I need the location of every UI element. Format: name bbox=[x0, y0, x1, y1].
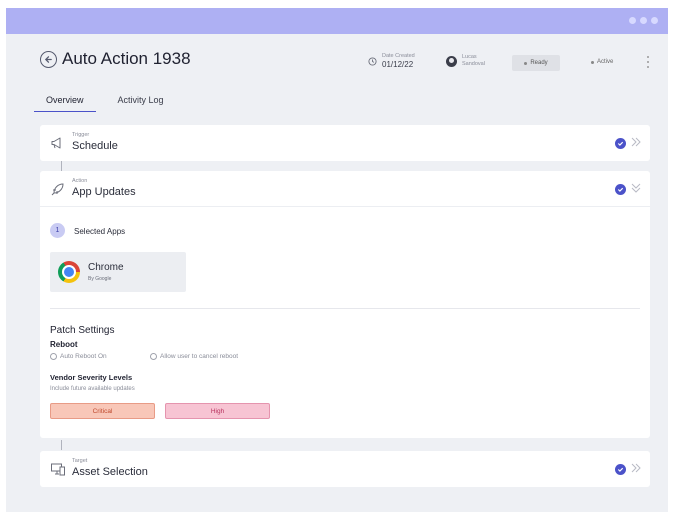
expand-chevron-icon[interactable] bbox=[630, 462, 642, 474]
check-icon bbox=[615, 184, 626, 195]
app-tile-chrome[interactable]: Chrome By Google bbox=[50, 252, 186, 292]
expand-chevron-icon[interactable] bbox=[630, 136, 642, 148]
auto-reboot-label: Auto Reboot On bbox=[60, 353, 107, 360]
severity-heading: Vendor Severity Levels bbox=[50, 373, 133, 382]
allow-cancel-option[interactable]: Allow user to cancel reboot bbox=[150, 353, 238, 360]
action-card-body: 1 Selected Apps Chrome By Google Patch S… bbox=[40, 207, 650, 438]
severity-critical-button[interactable]: Critical bbox=[50, 403, 155, 419]
divider bbox=[50, 308, 640, 309]
window-dot[interactable] bbox=[640, 17, 647, 24]
more-options-icon[interactable] bbox=[646, 56, 649, 68]
user-first-name: Lucas bbox=[462, 54, 477, 60]
trigger-label: Trigger bbox=[72, 132, 90, 138]
allow-cancel-label: Allow user to cancel reboot bbox=[160, 353, 239, 360]
window-dot[interactable] bbox=[651, 17, 658, 24]
status-label: Ready bbox=[530, 60, 548, 66]
chrome-logo-icon bbox=[58, 261, 80, 283]
status-badge[interactable]: Ready bbox=[512, 55, 560, 71]
radio-circle-icon bbox=[150, 353, 157, 360]
step-number-badge: 1 bbox=[50, 223, 65, 238]
step-connector bbox=[61, 440, 62, 450]
app-window: Auto Action 1938 Date Created 01/12/22 L… bbox=[6, 8, 668, 512]
check-icon bbox=[615, 464, 626, 475]
action-card-header[interactable]: Action App Updates bbox=[40, 171, 650, 207]
trigger-card[interactable]: Trigger Schedule bbox=[40, 125, 650, 161]
target-card-header[interactable]: Target Asset Selection bbox=[40, 451, 650, 487]
user-avatar bbox=[446, 55, 457, 67]
window-dot[interactable] bbox=[629, 17, 636, 24]
patch-settings-heading: Patch Settings bbox=[50, 325, 115, 336]
rocket-icon bbox=[51, 183, 64, 196]
user-last-name: Sandoval bbox=[462, 61, 485, 68]
selected-apps-label: Selected Apps bbox=[74, 227, 126, 236]
app-name: Chrome bbox=[88, 262, 124, 273]
target-card[interactable]: Target Asset Selection bbox=[40, 451, 650, 487]
app-vendor: By Google bbox=[88, 276, 112, 282]
page-header: Auto Action 1938 Date Created 01/12/22 L… bbox=[6, 34, 668, 120]
back-arrow-icon[interactable] bbox=[40, 51, 57, 68]
severity-subtext: Include future available updates bbox=[50, 386, 135, 392]
status-dot bbox=[524, 61, 528, 65]
state-label: Active bbox=[597, 59, 614, 65]
action-label: Action bbox=[72, 178, 88, 184]
radio-circle-icon bbox=[50, 353, 57, 360]
trigger-title: Schedule bbox=[72, 140, 118, 152]
page-title: Auto Action 1938 bbox=[62, 49, 191, 68]
state-dot bbox=[591, 60, 594, 64]
top-bar bbox=[6, 8, 668, 34]
step-connector bbox=[61, 161, 62, 171]
reboot-heading: Reboot bbox=[50, 340, 78, 349]
target-title: Asset Selection bbox=[72, 466, 148, 478]
megaphone-icon bbox=[51, 137, 61, 149]
tab-bar: Overview Activity Log bbox=[34, 92, 166, 112]
devices-icon bbox=[51, 463, 65, 476]
date-label: Date Created bbox=[382, 53, 415, 59]
state-indicator[interactable]: Active bbox=[591, 59, 613, 65]
check-icon bbox=[615, 138, 626, 149]
clock-icon bbox=[368, 57, 377, 66]
date-value: 01/12/22 bbox=[382, 60, 414, 70]
tab-overview[interactable]: Overview bbox=[34, 92, 96, 112]
action-title: App Updates bbox=[72, 186, 136, 198]
tab-activity-log[interactable]: Activity Log bbox=[116, 92, 166, 112]
severity-high-button[interactable]: High bbox=[165, 403, 270, 419]
auto-reboot-option[interactable]: Auto Reboot On bbox=[50, 353, 107, 360]
date-created: Date Created 01/12/22 bbox=[368, 53, 415, 69]
trigger-card-header[interactable]: Trigger Schedule bbox=[40, 125, 650, 161]
collapse-chevron-icon[interactable] bbox=[630, 182, 642, 194]
action-card: Action App Updates 1 Selected Apps Chrom… bbox=[40, 171, 650, 438]
created-by: Lucas Sandoval bbox=[446, 54, 485, 68]
target-label: Target bbox=[72, 458, 88, 464]
window-controls[interactable] bbox=[629, 17, 658, 24]
